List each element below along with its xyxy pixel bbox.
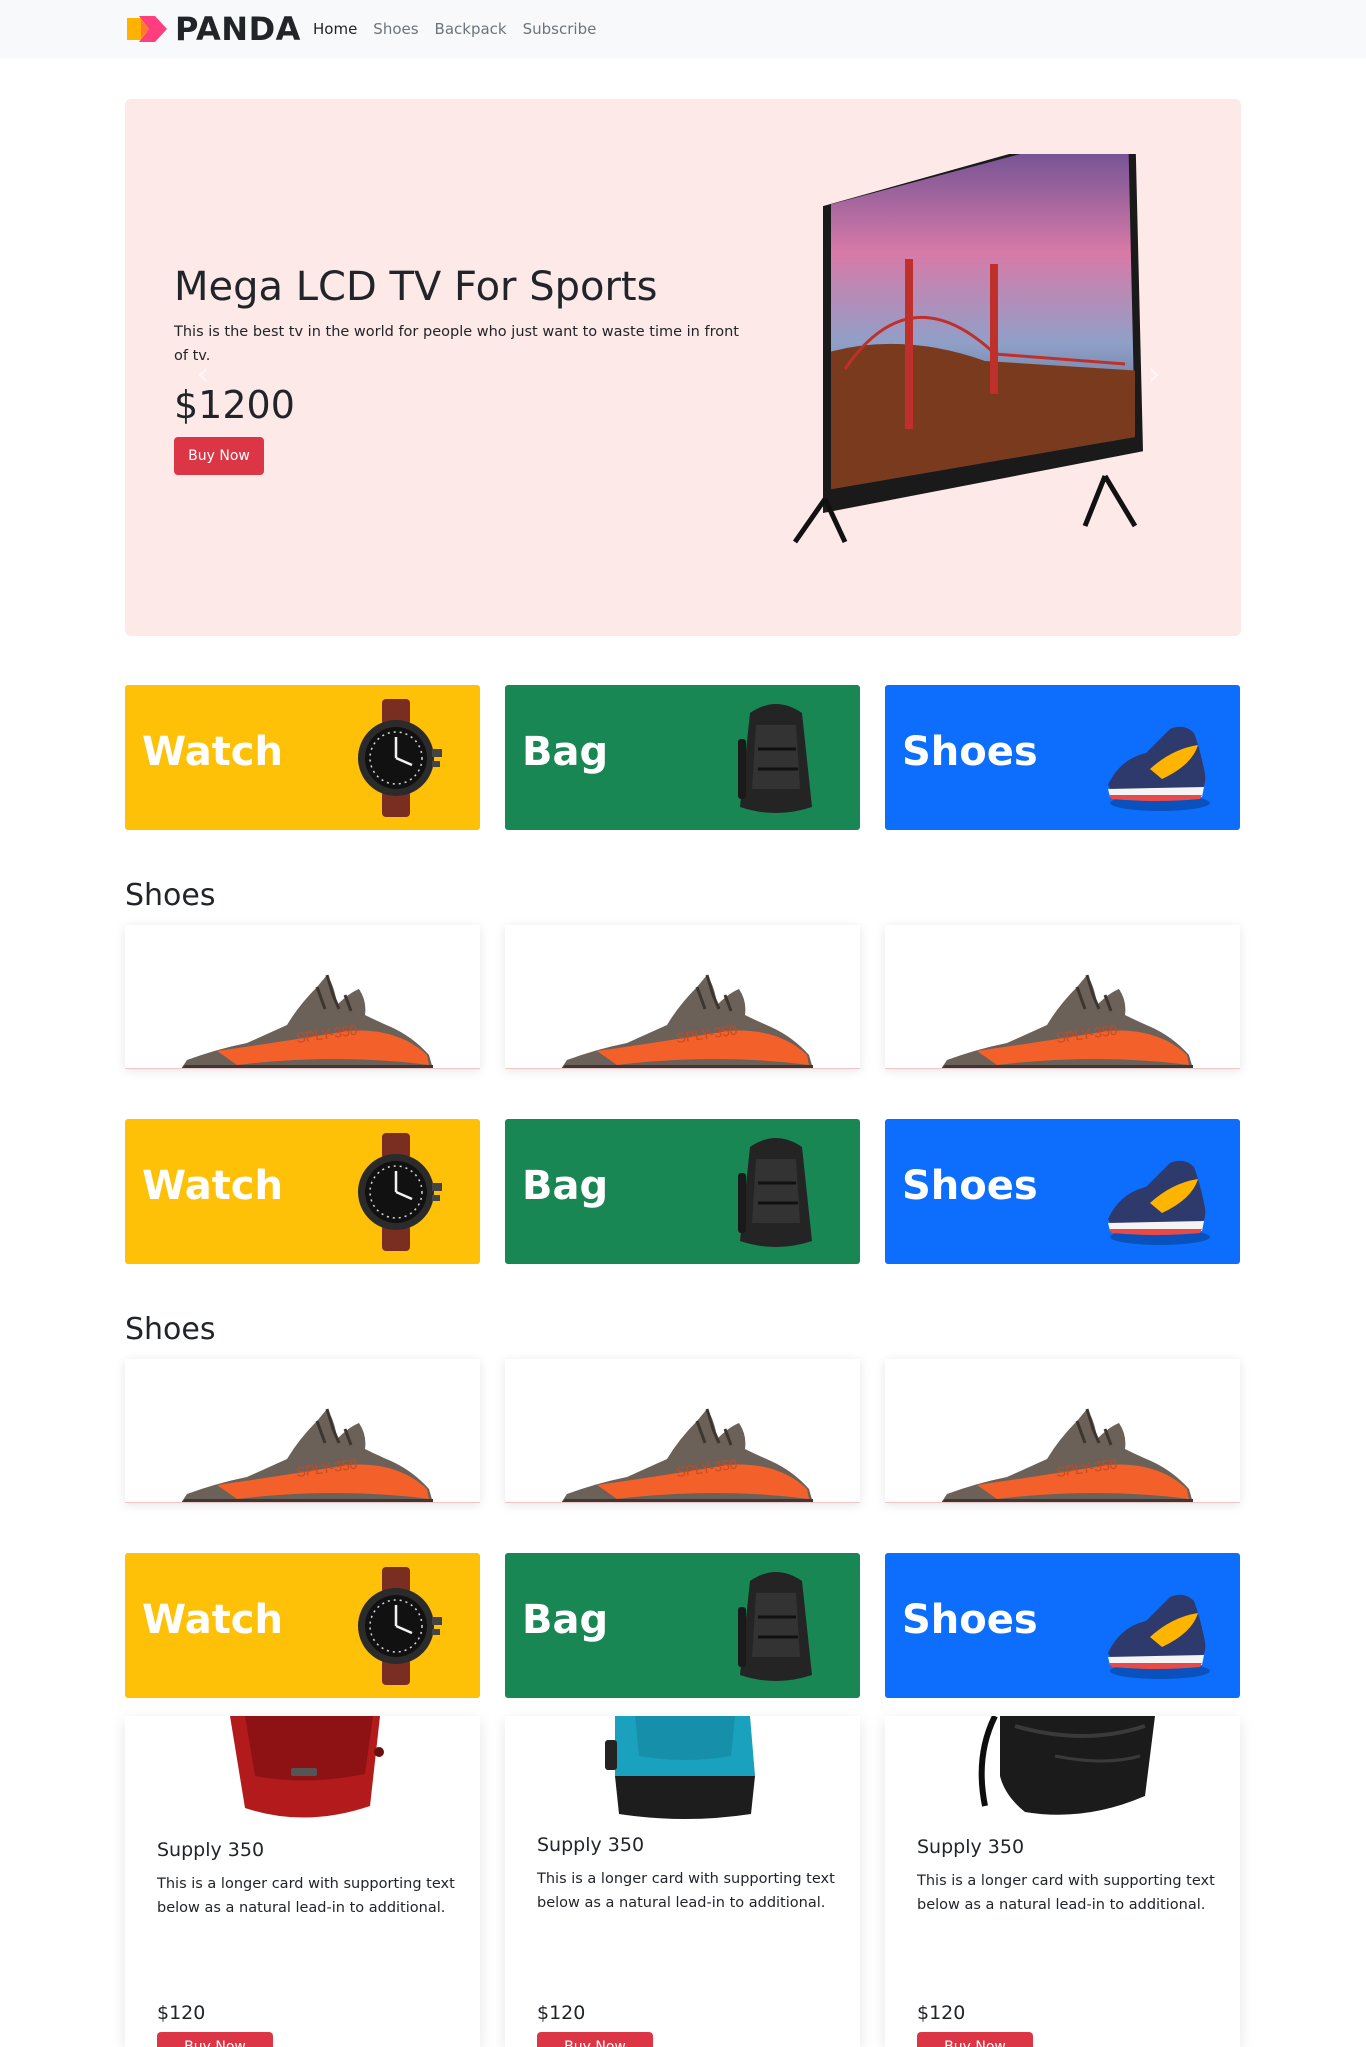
- category-row: Watch Bag Shoes: [125, 685, 1241, 830]
- product-card: Supply 350 This is a longer card with su…: [125, 1716, 480, 2047]
- product-description: This is a longer card with supporting te…: [537, 1871, 835, 1911]
- brand-name: PANDA: [175, 10, 301, 48]
- hero-buy-now-button[interactable]: Buy Now: [174, 437, 264, 475]
- category-label: Shoes: [902, 729, 1038, 775]
- sneaker-image: [559, 973, 815, 1068]
- navbar: PANDA Home Shoes Backpack Subscribe: [0, 0, 1366, 58]
- category-card-watch[interactable]: Watch: [125, 1119, 480, 1264]
- shoe-card[interactable]: [505, 1359, 860, 1503]
- red-backpack-image: [230, 1716, 384, 1818]
- category-label: Watch: [142, 1163, 283, 1209]
- sneaker-image: [559, 1407, 815, 1502]
- backpack-icon: [736, 1136, 814, 1249]
- category-label: Watch: [142, 729, 283, 775]
- product-card-row: Supply 350 This is a longer card with su…: [125, 1716, 1241, 2047]
- black-backpack-image: [978, 1716, 1155, 1815]
- sneaker-icon: [1108, 726, 1210, 811]
- nav-shoes[interactable]: Shoes: [373, 20, 418, 38]
- shoe-card[interactable]: [885, 1359, 1240, 1503]
- sneaker-image: [939, 973, 1195, 1068]
- category-label: Bag: [522, 729, 609, 775]
- product-card: Supply 350 This is a longer card with su…: [505, 1716, 860, 2047]
- category-card-shoes[interactable]: Shoes: [885, 1119, 1240, 1264]
- brand[interactable]: PANDA: [125, 10, 301, 48]
- watch-icon: [356, 1133, 444, 1251]
- category-card-watch[interactable]: Watch: [125, 685, 480, 830]
- section-title: Shoes: [125, 878, 216, 913]
- backpack-icon: [736, 1570, 814, 1683]
- category-label: Shoes: [902, 1597, 1038, 1643]
- category-card-bag[interactable]: Bag: [505, 1119, 860, 1264]
- blue-backpack-image: [605, 1716, 755, 1819]
- nav-links: Home Shoes Backpack Subscribe: [313, 20, 596, 38]
- product-title: Supply 350: [537, 1834, 645, 1856]
- category-card-bag[interactable]: Bag: [505, 1553, 860, 1698]
- tv-image: [792, 154, 1143, 544]
- sneaker-image: [179, 973, 435, 1068]
- shoe-card[interactable]: [125, 1359, 480, 1503]
- shoe-card[interactable]: [125, 925, 480, 1069]
- product-price: $120: [537, 2002, 586, 2024]
- category-card-bag[interactable]: Bag: [505, 685, 860, 830]
- category-row: Watch Bag Shoes: [125, 1119, 1241, 1264]
- category-label: Watch: [142, 1597, 283, 1643]
- category-card-watch[interactable]: Watch: [125, 1553, 480, 1698]
- sneaker-image: [179, 1407, 435, 1502]
- product-description: This is a longer card with supporting te…: [157, 1876, 455, 1916]
- category-label: Bag: [522, 1597, 609, 1643]
- buy-now-button[interactable]: Buy Now: [917, 2032, 1033, 2047]
- watch-icon: [356, 1567, 444, 1685]
- backpack-icon: [736, 702, 814, 815]
- shoe-card[interactable]: [505, 925, 860, 1069]
- chevron-left-icon[interactable]: ‹: [191, 354, 215, 394]
- product-description: This is a longer card with supporting te…: [917, 1873, 1215, 1913]
- product-price: $120: [917, 2002, 966, 2024]
- shoe-card[interactable]: [885, 925, 1240, 1069]
- nav-subscribe[interactable]: Subscribe: [523, 20, 597, 38]
- product-price: $120: [157, 2002, 206, 2024]
- sneaker-icon: [1108, 1160, 1210, 1245]
- nav-backpack[interactable]: Backpack: [435, 20, 507, 38]
- shoe-card-row: [125, 925, 1241, 1069]
- panda-logo-icon: [127, 16, 167, 42]
- hero-carousel: Mega LCD TV For Sports This is the best …: [125, 99, 1241, 636]
- watch-icon: [356, 699, 444, 817]
- hero-description: This is the best tv in the world for peo…: [174, 324, 739, 364]
- shoe-card-row: [125, 1359, 1241, 1503]
- sneaker-icon: [1108, 1594, 1210, 1679]
- section-title: Shoes: [125, 1312, 216, 1347]
- product-card: Supply 350 This is a longer card with su…: [885, 1716, 1240, 2047]
- category-card-shoes[interactable]: Shoes: [885, 1553, 1240, 1698]
- buy-now-button[interactable]: Buy Now: [537, 2032, 653, 2047]
- sneaker-image: [939, 1407, 1195, 1502]
- nav-home[interactable]: Home: [313, 20, 357, 38]
- category-card-shoes[interactable]: Shoes: [885, 685, 1240, 830]
- product-title: Supply 350: [917, 1836, 1025, 1858]
- buy-now-button[interactable]: Buy Now: [157, 2032, 273, 2047]
- category-row: Watch Bag Shoes: [125, 1553, 1241, 1698]
- hero-title: Mega LCD TV For Sports: [174, 264, 658, 310]
- category-label: Bag: [522, 1163, 609, 1209]
- product-title: Supply 350: [157, 1839, 265, 1861]
- category-label: Shoes: [902, 1163, 1038, 1209]
